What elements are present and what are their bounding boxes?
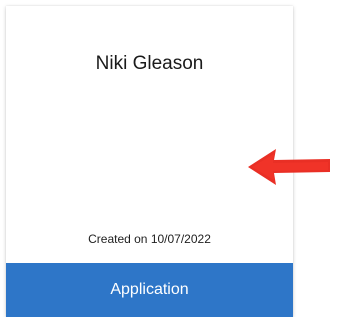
created-date-text: Created on 10/07/2022 [88,232,211,246]
application-button[interactable]: Application [6,263,293,317]
card-title: Niki Gleason [95,53,204,74]
screen: Niki Gleason Created on 10/07/2022 Appli… [0,0,340,317]
arrow-left-icon [248,149,330,185]
